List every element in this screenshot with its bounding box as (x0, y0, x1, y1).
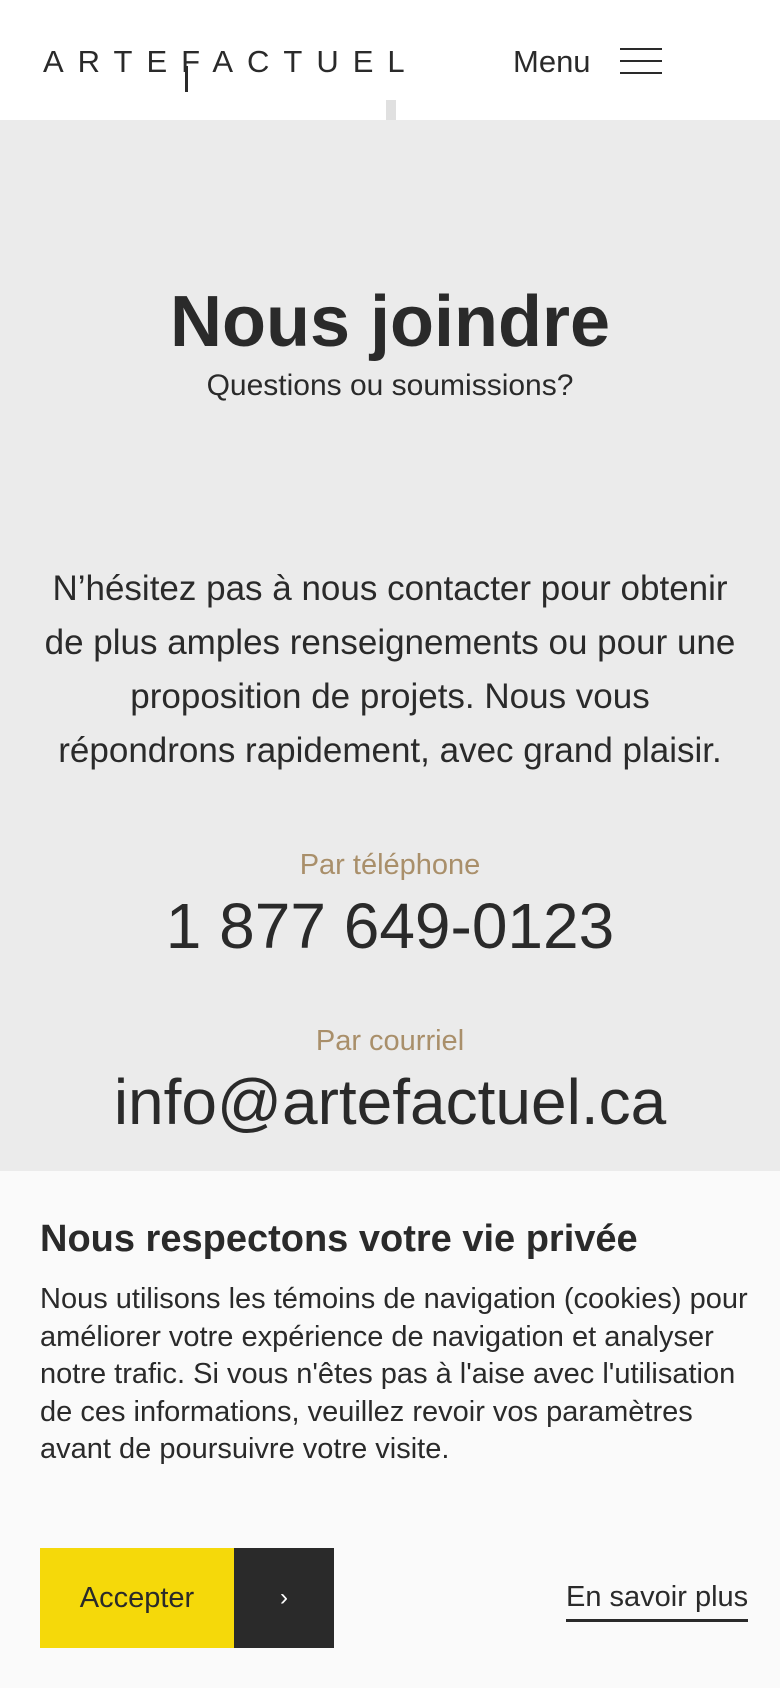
learn-more-link[interactable]: En savoir plus (566, 1579, 749, 1622)
page-title: Nous joindre (169, 282, 610, 362)
cookie-title: Nous respectons votre vie privée (40, 1218, 638, 1260)
cookie-text: Nous utilisons les témoins de navigation… (40, 1283, 748, 1465)
hamburger-icon[interactable] (620, 46, 662, 76)
phone-link[interactable]: 1 877 649-0123 (0, 890, 780, 962)
chevron-right-icon[interactable]: › (234, 1548, 334, 1648)
email-link[interactable]: info@artefactuel.ca (0, 1066, 780, 1138)
email-label: Par courriel (315, 1025, 465, 1057)
scroll-indicator (386, 100, 396, 120)
intro-paragraph: N’hésitez pas à nous contacter pour obte… (44, 569, 736, 770)
accept-button[interactable]: Accepter (40, 1548, 234, 1648)
logo-mark (185, 66, 188, 92)
logo[interactable]: ARTEFACTUEL (43, 40, 419, 92)
cookie-banner: Nous respectons votre vie privée Nous ut… (0, 1171, 780, 1688)
page-subtitle: Questions ou soumissions? (206, 369, 574, 402)
menu-button[interactable]: Menu (513, 38, 591, 86)
phone-label: Par téléphone (299, 849, 481, 881)
